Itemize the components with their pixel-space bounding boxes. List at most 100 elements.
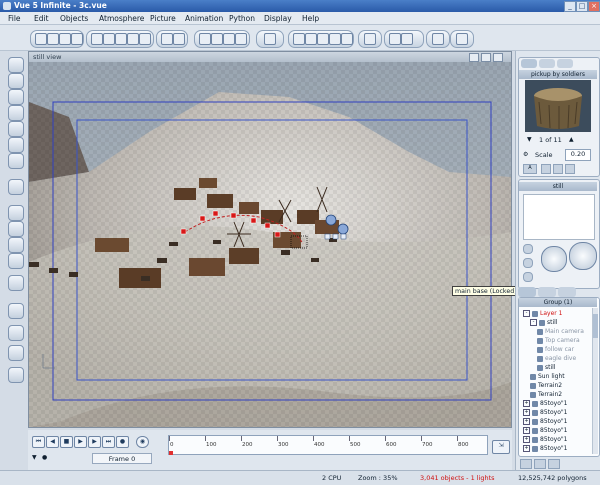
rock-tool-icon[interactable]: [8, 253, 24, 269]
tree-item[interactable]: - Layer 1: [523, 309, 562, 318]
loop-icon[interactable]: ●: [42, 454, 47, 461]
menu-animation[interactable]: Animation: [185, 14, 223, 23]
camera-list-icon[interactable]: [523, 244, 533, 254]
python-tool-icon[interactable]: [8, 367, 24, 383]
minimize-button[interactable]: _: [564, 1, 576, 12]
redo-icon[interactable]: [173, 33, 185, 45]
sphere-tool-icon[interactable]: [8, 57, 24, 73]
cube-tool-icon[interactable]: [8, 89, 24, 105]
play-icon[interactable]: ▶: [74, 436, 87, 448]
new-file-icon[interactable]: [35, 33, 47, 45]
pyramid-tool-icon[interactable]: [8, 105, 24, 121]
terrain-icon[interactable]: [341, 33, 353, 45]
tree-item[interactable]: eagle dive: [537, 354, 576, 363]
world-browser-links-tab[interactable]: [558, 287, 576, 297]
tree-item[interactable]: +85toyo"1: [523, 417, 567, 426]
step-back-icon[interactable]: ◀: [46, 436, 59, 448]
fit-view-icon[interactable]: [401, 33, 413, 45]
edit-object-icon[interactable]: [553, 164, 563, 174]
tree-item[interactable]: Main camera: [537, 327, 584, 336]
menu-picture[interactable]: Picture: [150, 14, 176, 23]
tree-item[interactable]: +85toyo"1: [523, 408, 567, 417]
align-button[interactable]: A: [523, 164, 537, 174]
object-properties-icon[interactable]: [565, 164, 575, 174]
tree-expand-icon[interactable]: +: [523, 427, 530, 434]
copy-icon[interactable]: [103, 33, 115, 45]
object-tab-icon[interactable]: [521, 59, 537, 68]
torus-tool-icon[interactable]: [8, 137, 24, 153]
save-file-icon[interactable]: [59, 33, 71, 45]
import-tool-icon[interactable]: [8, 325, 24, 341]
maximize-button[interactable]: □: [576, 1, 588, 12]
menu-help[interactable]: Help: [302, 14, 319, 23]
delete-layer-icon[interactable]: [534, 459, 546, 469]
time-scale-icon[interactable]: ▼: [32, 454, 37, 461]
terrain-tool-icon[interactable]: [8, 179, 24, 195]
tree-scrollbar[interactable]: [592, 308, 598, 454]
tree-expand-icon[interactable]: +: [523, 409, 530, 416]
tree-item[interactable]: Terrain2: [530, 381, 562, 390]
tree-item[interactable]: +85toyo"1: [523, 399, 567, 408]
tree-item[interactable]: still: [537, 363, 555, 372]
texture-icon[interactable]: [317, 33, 329, 45]
viewport-menu-button[interactable]: [469, 53, 479, 62]
stop-icon[interactable]: ■: [60, 436, 73, 448]
menu-python[interactable]: Python: [229, 14, 255, 23]
main-viewport[interactable]: still view: [28, 51, 512, 428]
align-icon[interactable]: [235, 33, 247, 45]
tree-expand-icon[interactable]: +: [523, 445, 530, 452]
print-icon[interactable]: [71, 33, 83, 45]
menu-edit[interactable]: Edit: [34, 14, 49, 23]
keyframe-toggle-icon[interactable]: ◉: [136, 436, 149, 448]
tree-item[interactable]: +85toyo"1: [523, 435, 567, 444]
new-layer-icon[interactable]: [520, 459, 532, 469]
camera-reset-icon[interactable]: [523, 272, 533, 282]
tree-expand-icon[interactable]: +: [523, 418, 530, 425]
mapping-icon[interactable]: [305, 33, 317, 45]
plant-tool-icon[interactable]: [8, 275, 24, 291]
render-icon[interactable]: [456, 33, 468, 45]
camera-tool-icon[interactable]: [8, 345, 24, 361]
frame-counter[interactable]: Frame 0: [92, 453, 152, 464]
time-ruler[interactable]: 0 100 200 300 400 500 600 700 800: [168, 435, 488, 455]
viewport-options-button[interactable]: [481, 53, 491, 62]
plane-tool-icon[interactable]: [8, 153, 24, 169]
single-view-icon[interactable]: [389, 33, 401, 45]
group-icon[interactable]: [211, 33, 223, 45]
cloud-tool-icon[interactable]: [8, 237, 24, 253]
ground-tool-icon[interactable]: [8, 221, 24, 237]
camera-lock-icon[interactable]: [523, 258, 533, 268]
time-cursor[interactable]: [169, 451, 173, 455]
light-tool-icon[interactable]: [8, 303, 24, 319]
tree-item[interactable]: Sun light: [530, 372, 565, 381]
tree-expand-icon[interactable]: +: [523, 436, 530, 443]
material-tab-icon[interactable]: [539, 59, 555, 68]
tree-expand-icon[interactable]: -: [523, 310, 530, 317]
tree-expand-icon[interactable]: +: [523, 400, 530, 407]
scene-render[interactable]: [29, 62, 511, 427]
tree-item[interactable]: +85toyo"1: [523, 444, 567, 453]
rewind-icon[interactable]: ⏮: [32, 436, 45, 448]
tree-item[interactable]: Top camera: [537, 336, 580, 345]
water-tool-icon[interactable]: [8, 205, 24, 221]
delete-icon[interactable]: [139, 33, 151, 45]
camera-orbit-control[interactable]: [569, 242, 597, 270]
tree-item[interactable]: follow car: [537, 345, 574, 354]
four-views-icon[interactable]: [364, 33, 376, 45]
menu-file[interactable]: File: [8, 14, 21, 23]
paste-icon[interactable]: [115, 33, 127, 45]
timeline-expand-icon[interactable]: ⇲: [492, 440, 510, 454]
duplicate-icon[interactable]: [127, 33, 139, 45]
menu-atmosphere[interactable]: Atmosphere: [99, 14, 144, 23]
open-file-icon[interactable]: [47, 33, 59, 45]
preview-render-icon[interactable]: [432, 33, 444, 45]
menu-objects[interactable]: Objects: [60, 14, 88, 23]
drop-icon[interactable]: [223, 33, 235, 45]
object-preview-thumbnail[interactable]: [525, 80, 591, 132]
tree-scroll-thumb[interactable]: [593, 314, 598, 338]
camera-icon[interactable]: [264, 33, 276, 45]
undo-icon[interactable]: [161, 33, 173, 45]
layer-options-icon[interactable]: [548, 459, 560, 469]
tree-expand-icon[interactable]: -: [530, 319, 537, 326]
camera-pan-control[interactable]: [541, 246, 567, 272]
